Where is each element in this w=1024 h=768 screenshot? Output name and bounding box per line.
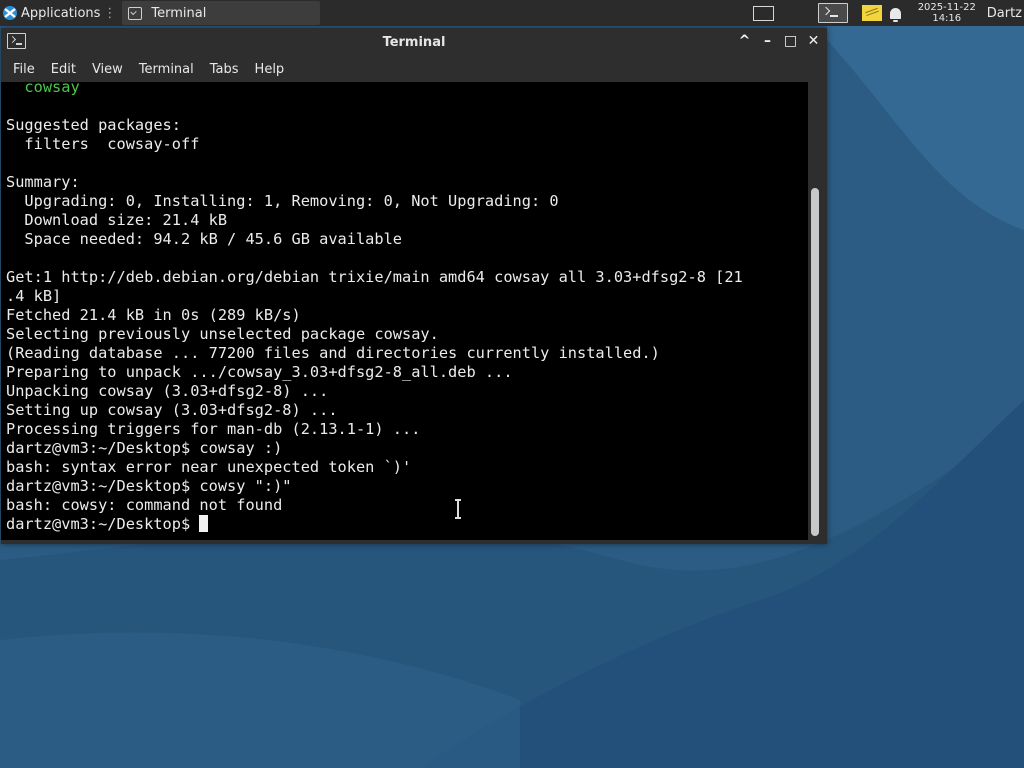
maximize-button[interactable]: □ (783, 33, 798, 49)
terminal-line: Summary: (6, 173, 80, 191)
terminal-line: Unpacking cowsay (3.03+dfsg2-8) ... (6, 382, 329, 400)
terminal-line: Processing triggers for man-db (2.13.1-1… (6, 420, 421, 438)
terminal-line: Get:1 http://deb.debian.org/debian trixi… (6, 268, 743, 286)
vertical-scrollbar[interactable] (808, 82, 827, 540)
terminal-line: (Reading database ... 77200 files and di… (6, 344, 660, 362)
terminal-window: Terminal ^ – □ ✕ File Edit View Terminal… (1, 28, 827, 544)
shade-button[interactable]: ^ (737, 33, 752, 49)
taskbar-item-terminal[interactable]: Terminal (122, 1, 321, 25)
terminal-icon (128, 6, 143, 20)
terminal-line: dartz@vm3:~/Desktop$ cowsay :) (6, 439, 283, 457)
terminal-tray-icon[interactable] (817, 3, 848, 23)
terminal-line: Selecting previously unselected package … (6, 325, 439, 343)
applications-menu[interactable]: Applications ⋮ (0, 0, 120, 26)
terminal-line: dartz@vm3:~/Desktop$ cowsy ":)" (6, 477, 292, 495)
terminal-line: Download size: 21.4 kB (6, 211, 228, 229)
clock-date: 2025-11-22 (917, 2, 976, 13)
text-cursor (199, 515, 209, 532)
notes-icon[interactable] (861, 5, 882, 21)
close-button[interactable]: ✕ (806, 33, 821, 49)
terminal-prompt: dartz@vm3:~/Desktop$ (6, 515, 200, 533)
system-tray: 2025-11-22 14:16 Dartz (752, 0, 1024, 26)
terminal-line: filters cowsay-off (6, 135, 200, 153)
menu-terminal[interactable]: Terminal (131, 62, 202, 77)
terminal-line: Preparing to unpack .../cowsay_3.03+dfsg… (6, 363, 513, 381)
window-title: Terminal (382, 34, 446, 50)
top-panel: Applications ⋮ Terminal 2025-11-22 14:16… (0, 0, 1024, 26)
terminal-line: Suggested packages: (6, 116, 181, 134)
separator-icon: ⋮ (103, 5, 117, 21)
user-menu[interactable]: Dartz (987, 6, 1022, 21)
window-titlebar[interactable]: Terminal ^ – □ ✕ (1, 28, 827, 56)
terminal-line: Fetched 21.4 kB in 0s (289 kB/s) (6, 306, 301, 324)
clock[interactable]: 2025-11-22 14:16 (913, 2, 981, 24)
menu-edit[interactable]: Edit (43, 62, 84, 77)
taskbar-item-label: Terminal (151, 5, 207, 21)
terminal-line: bash: cowsy: command not found (6, 496, 283, 514)
xfce-logo-icon (3, 6, 17, 20)
window-controls: ^ – □ ✕ (737, 33, 821, 49)
bell-icon[interactable] (889, 7, 901, 22)
terminal-line: Space needed: 94.2 kB / 45.6 GB availabl… (6, 230, 403, 248)
terminal-line: Upgrading: 0, Installing: 1, Removing: 0… (6, 192, 559, 210)
workspace-icon[interactable] (752, 5, 774, 21)
terminal-output[interactable]: cowsay Suggested packages: filters cowsa… (1, 82, 808, 540)
applications-label: Applications (21, 5, 101, 21)
clock-time: 14:16 (932, 13, 962, 24)
menu-view[interactable]: View (84, 62, 131, 77)
menu-file[interactable]: File (5, 62, 43, 77)
scrollbar-thumb[interactable] (811, 188, 819, 536)
ibeam-cursor-icon (455, 499, 461, 519)
terminal-line: bash: syntax error near unexpected token… (6, 458, 412, 476)
terminal-line: cowsay (6, 82, 80, 96)
menu-tabs[interactable]: Tabs (202, 62, 247, 77)
terminal-line: Setting up cowsay (3.03+dfsg2-8) ... (6, 401, 338, 419)
menu-help[interactable]: Help (247, 62, 293, 77)
minimize-button[interactable]: – (760, 33, 775, 49)
menu-bar: File Edit View Terminal Tabs Help (1, 56, 827, 82)
terminal-text: cowsay Suggested packages: filters cowsa… (1, 82, 808, 534)
terminal-line: .4 kB] (6, 287, 62, 305)
